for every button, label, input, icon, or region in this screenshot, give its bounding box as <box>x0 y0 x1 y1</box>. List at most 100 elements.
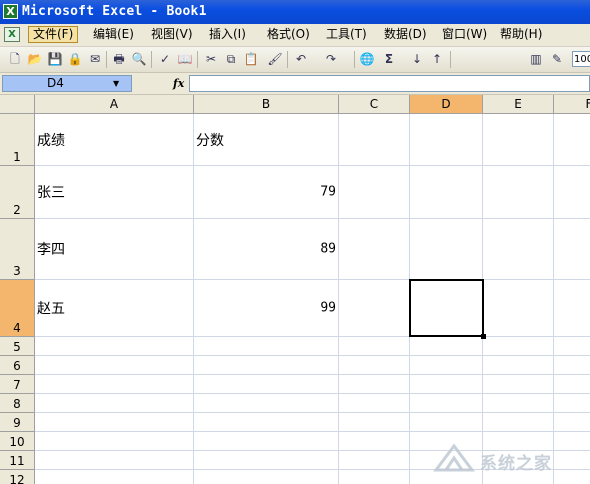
new-icon[interactable]: 🗋 <box>6 50 24 68</box>
drawing-icon[interactable]: ✎ <box>548 50 566 68</box>
redo-icon[interactable]: ↷ <box>322 50 340 68</box>
cell-b11[interactable] <box>194 451 339 470</box>
cell-e3[interactable] <box>483 219 554 280</box>
format-painter-icon[interactable]: 🖌 <box>266 50 284 68</box>
insert-function-icon[interactable]: fx <box>173 75 184 92</box>
permission-icon[interactable]: 🔒 <box>66 50 84 68</box>
cell-a3[interactable]: 李四 <box>35 219 194 280</box>
copy-icon[interactable]: ⧉ <box>222 50 240 68</box>
cell-c1[interactable] <box>339 114 410 166</box>
undo-icon[interactable]: ↶ <box>292 50 310 68</box>
cell-c8[interactable] <box>339 394 410 413</box>
column-header-d[interactable]: D <box>410 95 483 114</box>
cell-b10[interactable] <box>194 432 339 451</box>
cell-e7[interactable] <box>483 375 554 394</box>
cell-f3[interactable] <box>554 219 590 280</box>
row-header-6[interactable]: 6 <box>0 356 35 375</box>
cell-b7[interactable] <box>194 375 339 394</box>
spelling-icon[interactable]: ✓ <box>156 50 174 68</box>
fill-handle[interactable] <box>481 334 486 339</box>
row-header-5[interactable]: 5 <box>0 337 35 356</box>
row-header-12[interactable]: 12 <box>0 470 35 484</box>
row-header-7[interactable]: 7 <box>0 375 35 394</box>
menu-insert[interactable]: 插入(I) <box>205 26 250 43</box>
cell-d7[interactable] <box>410 375 483 394</box>
menu-tools[interactable]: 工具(T) <box>322 26 371 43</box>
column-header-b[interactable]: B <box>194 95 339 114</box>
menu-format[interactable]: 格式(O) <box>263 26 314 43</box>
cell-c3[interactable] <box>339 219 410 280</box>
cell-b6[interactable] <box>194 356 339 375</box>
cell-a10[interactable] <box>35 432 194 451</box>
cell-c2[interactable] <box>339 166 410 219</box>
cell-f9[interactable] <box>554 413 590 432</box>
cell-a8[interactable] <box>35 394 194 413</box>
sort-descending-icon[interactable]: ↑ <box>428 50 446 68</box>
cell-f1[interactable] <box>554 114 590 166</box>
paste-icon[interactable]: 📋 <box>242 50 260 68</box>
cell-a4[interactable]: 赵五 <box>35 280 194 337</box>
cell-c5[interactable] <box>339 337 410 356</box>
cell-b8[interactable] <box>194 394 339 413</box>
row-header-9[interactable]: 9 <box>0 413 35 432</box>
email-icon[interactable]: ✉ <box>86 50 104 68</box>
cell-d5[interactable] <box>410 337 483 356</box>
cell-b12[interactable] <box>194 470 339 484</box>
cell-f7[interactable] <box>554 375 590 394</box>
cell-a11[interactable] <box>35 451 194 470</box>
cell-e4[interactable] <box>483 280 554 337</box>
cell-b3[interactable]: 89 <box>194 219 339 280</box>
cell-e2[interactable] <box>483 166 554 219</box>
cell-d9[interactable] <box>410 413 483 432</box>
row-header-3[interactable]: 3 <box>0 219 35 280</box>
cell-a9[interactable] <box>35 413 194 432</box>
cell-a7[interactable] <box>35 375 194 394</box>
open-icon[interactable]: 📂 <box>26 50 44 68</box>
name-box[interactable]: D4 ▼ <box>2 75 132 92</box>
autosum-icon[interactable]: Σ <box>380 50 398 68</box>
menu-file[interactable]: 文件(F) <box>28 26 79 43</box>
menu-data[interactable]: 数据(D) <box>380 26 431 43</box>
column-header-c[interactable]: C <box>339 95 410 114</box>
chart-wizard-icon[interactable]: ▥ <box>527 50 545 68</box>
menu-help[interactable]: 帮助(H) <box>496 26 546 43</box>
cell-a2[interactable]: 张三 <box>35 166 194 219</box>
cell-d1[interactable] <box>410 114 483 166</box>
cell-d8[interactable] <box>410 394 483 413</box>
cell-b1[interactable]: 分数 <box>194 114 339 166</box>
cell-c6[interactable] <box>339 356 410 375</box>
cell-e6[interactable] <box>483 356 554 375</box>
cell-f6[interactable] <box>554 356 590 375</box>
cell-d3[interactable] <box>410 219 483 280</box>
row-header-11[interactable]: 11 <box>0 451 35 470</box>
cell-a6[interactable] <box>35 356 194 375</box>
cell-c7[interactable] <box>339 375 410 394</box>
cell-f5[interactable] <box>554 337 590 356</box>
cell-c4[interactable] <box>339 280 410 337</box>
cut-icon[interactable]: ✂ <box>202 50 220 68</box>
cell-b2[interactable]: 79 <box>194 166 339 219</box>
row-header-4[interactable]: 4 <box>0 280 35 337</box>
cell-f2[interactable] <box>554 166 590 219</box>
cell-e1[interactable] <box>483 114 554 166</box>
cell-d2[interactable] <box>410 166 483 219</box>
column-header-a[interactable]: A <box>35 95 194 114</box>
chevron-down-icon[interactable]: ▼ <box>113 76 119 91</box>
zoom-box[interactable]: 100 <box>572 51 590 67</box>
cell-b5[interactable] <box>194 337 339 356</box>
hyperlink-icon[interactable]: 🌐 <box>358 50 376 68</box>
row-header-2[interactable]: 2 <box>0 166 35 219</box>
workbook-icon[interactable]: X <box>4 27 20 42</box>
cell-c9[interactable] <box>339 413 410 432</box>
row-header-10[interactable]: 10 <box>0 432 35 451</box>
excel-app-icon[interactable]: X <box>3 4 18 19</box>
cell-a1[interactable]: 成绩 <box>35 114 194 166</box>
cell-b4[interactable]: 99 <box>194 280 339 337</box>
cell-c11[interactable] <box>339 451 410 470</box>
save-icon[interactable]: 💾 <box>46 50 64 68</box>
row-header-8[interactable]: 8 <box>0 394 35 413</box>
sort-ascending-icon[interactable]: ↓ <box>408 50 426 68</box>
cell-e8[interactable] <box>483 394 554 413</box>
column-header-f[interactable]: F <box>554 95 590 114</box>
cell-f4[interactable] <box>554 280 590 337</box>
